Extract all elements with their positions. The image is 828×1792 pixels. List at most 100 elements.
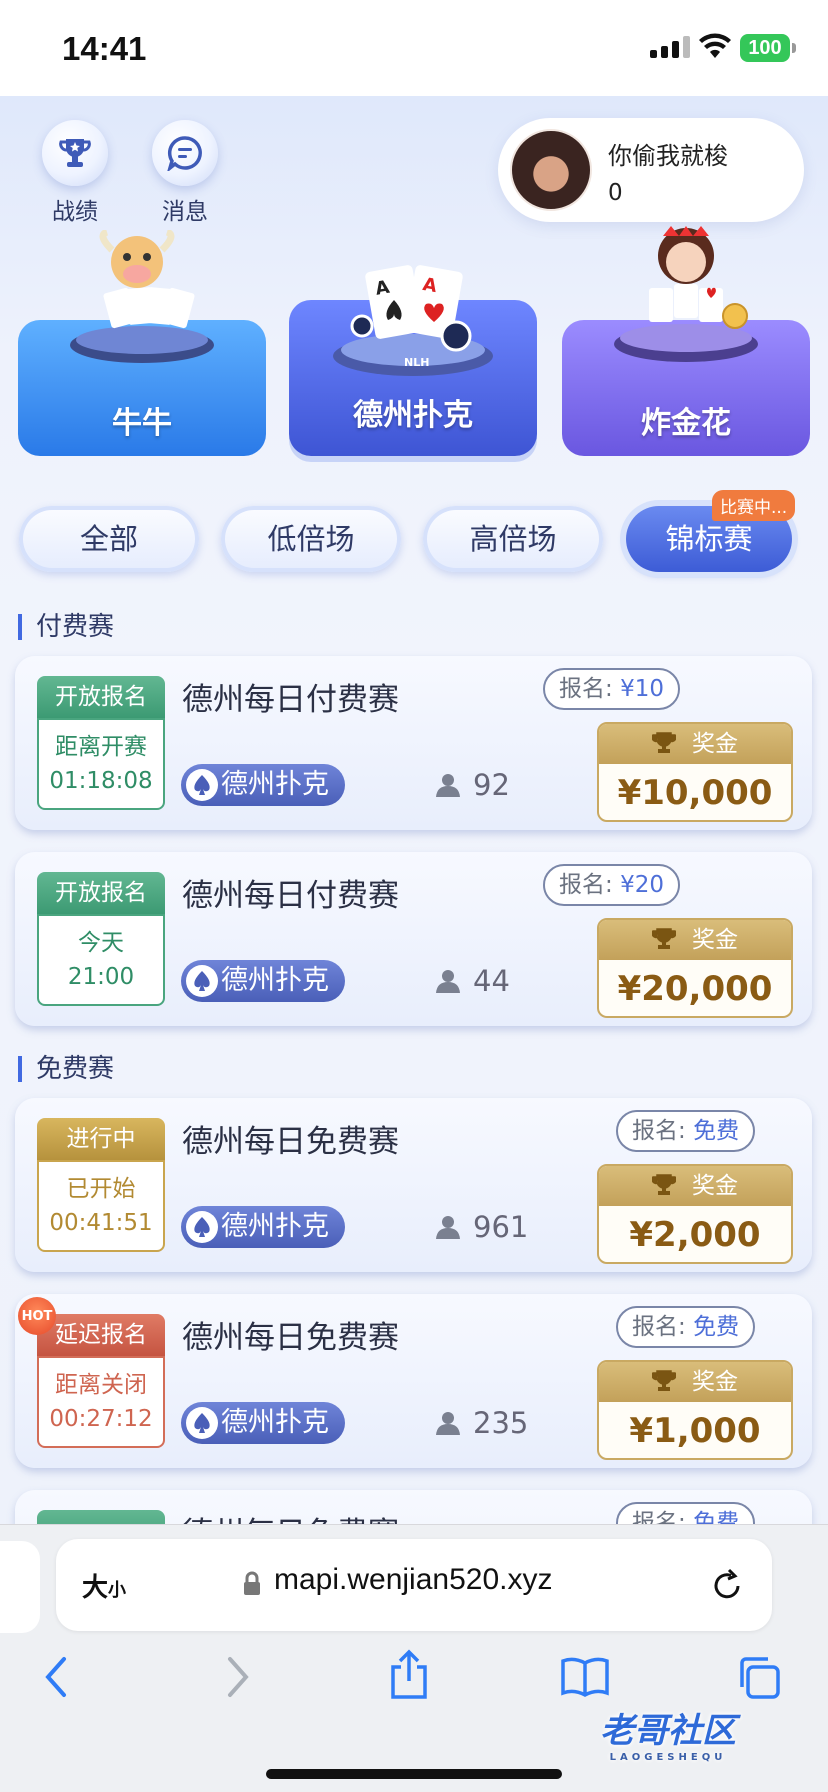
text-size-button[interactable]: 大小 <box>82 1567 126 1604</box>
timer-value: 00:41:51 <box>49 1210 153 1236</box>
section-free: 免费赛 <box>18 1056 114 1082</box>
status-badge: 进行中 <box>37 1118 165 1160</box>
game-chip: 德州扑克 <box>181 1206 345 1248</box>
tournament-title: 德州每日付费赛 <box>182 682 399 718</box>
profile-name: 你偷我就梭 <box>608 142 728 170</box>
prize-amount: ¥1,000 <box>629 1411 761 1451</box>
profile-card[interactable]: 你偷我就梭 0 <box>498 118 804 222</box>
trophy-icon <box>651 1370 677 1391</box>
filter-all[interactable]: 全部 <box>19 506 199 572</box>
entry-fee: 报名: 免费 <box>616 1502 756 1524</box>
game-label-zhajinhua: 炸金花 <box>641 406 731 441</box>
people-icon <box>436 1216 460 1239</box>
timer-label: 已开始 <box>66 1176 136 1202</box>
watermark-logo: 老哥社区 LAOGESHEQU <box>600 1711 736 1763</box>
status-badge: 开放报名 <box>37 676 165 718</box>
app-view: 战绩 消息 你偷我就梭 0 牛牛 A A NLH 德州扑克 炸金花 全部 低倍场… <box>0 96 828 1524</box>
game-label-niuniu: 牛牛 <box>112 406 172 441</box>
reload-icon[interactable] <box>710 1567 744 1603</box>
messages-label: 消息 <box>162 199 208 225</box>
people-icon <box>436 970 460 993</box>
lock-icon <box>244 1571 260 1595</box>
status-time: 14:41 <box>62 30 147 67</box>
timer-label: 距离开赛 <box>55 734 147 760</box>
forward-icon[interactable] <box>222 1655 252 1699</box>
timer-box: 距离开赛 01:18:08 <box>37 718 165 810</box>
section-paid: 付费赛 <box>18 614 114 640</box>
game-label-texas: 德州扑克 <box>353 398 473 433</box>
status-badge: 开放报名 <box>37 872 165 914</box>
prize-box: 奖金 ¥10,000 <box>597 722 793 822</box>
profile-score: 0 <box>608 180 623 206</box>
bull-mascot-icon <box>70 230 214 363</box>
tournament-card[interactable]: 德州每日免费赛 报名: 免费 <box>15 1490 812 1524</box>
people-icon <box>436 1412 460 1435</box>
url-text: mapi.wenjian520.xyz <box>274 1563 553 1596</box>
record-button[interactable] <box>42 120 108 186</box>
status-bar: 14:41 100 <box>0 0 828 96</box>
hot-badge: HOT <box>18 1297 56 1335</box>
game-chip: 德州扑克 <box>181 960 345 1002</box>
tournament-card[interactable]: 进行中 已开始 00:41:51 德州每日免费赛 德州扑克 961 报名: 免费… <box>15 1098 812 1272</box>
game-card-niuniu[interactable]: 牛牛 <box>18 230 266 456</box>
game-chip-label: 德州扑克 <box>221 1211 329 1242</box>
filter-high[interactable]: 高倍场 <box>423 506 603 572</box>
tournament-title: 德州每日免费赛 <box>182 1320 399 1356</box>
tournament-title: 德州每日付费赛 <box>182 878 399 914</box>
home-indicator[interactable] <box>266 1769 562 1779</box>
status-badge <box>37 1510 165 1524</box>
timer-label: 今天 <box>78 930 124 956</box>
prize-amount: ¥20,000 <box>617 969 773 1009</box>
game-chip-label: 德州扑克 <box>221 1407 329 1438</box>
entry-fee: 报名: 免费 <box>616 1110 756 1152</box>
entry-fee: 报名: ¥10 <box>543 668 680 710</box>
avatar[interactable] <box>510 129 592 211</box>
timer-box: 已开始 00:41:51 <box>37 1160 165 1252</box>
status-badge: 延迟报名 <box>37 1314 165 1356</box>
game-chip: 德州扑克 <box>181 1402 345 1444</box>
entry-fee: 报名: 免费 <box>616 1306 756 1348</box>
spade-icon <box>186 965 218 997</box>
tournament-title: 德州每日免费赛 <box>182 1508 399 1524</box>
battery-tip <box>792 43 796 53</box>
tournament-card[interactable]: 延迟报名 距离关闭 00:27:12 HOT 德州每日免费赛 德州扑克 235 … <box>15 1294 812 1468</box>
live-badge: 比赛中... <box>712 490 796 521</box>
trophy-icon <box>651 928 677 949</box>
game-chip-label: 德州扑克 <box>221 769 329 800</box>
address-bar[interactable]: 大小 mapi.wenjian520.xyz <box>56 1539 772 1631</box>
share-icon[interactable] <box>388 1649 430 1701</box>
tournament-card[interactable]: 开放报名 今天 21:00 德州每日付费赛 德州扑克 44 报名: ¥20 奖金… <box>15 852 812 1026</box>
prize-box: 奖金 ¥20,000 <box>597 918 793 1018</box>
girl-mascot-icon <box>614 226 758 362</box>
timer-value: 00:27:12 <box>49 1406 153 1432</box>
prize-box: 奖金 ¥1,000 <box>597 1360 793 1460</box>
table-label: NLH <box>404 356 429 369</box>
record-label: 战绩 <box>52 199 98 225</box>
battery-indicator: 100 <box>740 34 790 62</box>
message-icon <box>167 136 202 171</box>
prize-amount: ¥2,000 <box>629 1215 761 1255</box>
tournament-title: 德州每日免费赛 <box>182 1124 399 1160</box>
messages-button[interactable] <box>152 120 218 186</box>
tabs-icon[interactable] <box>736 1655 782 1701</box>
tournament-card[interactable]: 开放报名 距离开赛 01:18:08 德州每日付费赛 德州扑克 92 报名: ¥… <box>15 656 812 830</box>
spade-icon <box>186 1211 218 1243</box>
trophy-icon <box>59 139 91 167</box>
spade-icon <box>186 769 218 801</box>
entry-fee: 报名: ¥20 <box>543 864 680 906</box>
previous-tab[interactable] <box>0 1541 40 1633</box>
prize-amount: ¥10,000 <box>617 773 773 813</box>
signal-icon <box>650 36 690 58</box>
game-card-texas[interactable]: A A NLH 德州扑克 <box>289 265 537 456</box>
back-icon[interactable] <box>42 1655 72 1699</box>
prize-box: 奖金 ¥2,000 <box>597 1164 793 1264</box>
wifi-icon <box>699 33 731 58</box>
browser-toolbar: 大小 mapi.wenjian520.xyz 老哥社区 LAOGESHEQU <box>0 1524 828 1792</box>
game-chip-label: 德州扑克 <box>221 965 329 996</box>
game-chip: 德州扑克 <box>181 764 345 806</box>
game-card-zhajinhua[interactable]: 炸金花 <box>562 226 810 456</box>
timer-box: 距离关闭 00:27:12 <box>37 1356 165 1448</box>
timer-value: 21:00 <box>67 964 135 990</box>
filter-low[interactable]: 低倍场 <box>221 506 401 572</box>
bookmarks-icon[interactable] <box>560 1655 610 1699</box>
